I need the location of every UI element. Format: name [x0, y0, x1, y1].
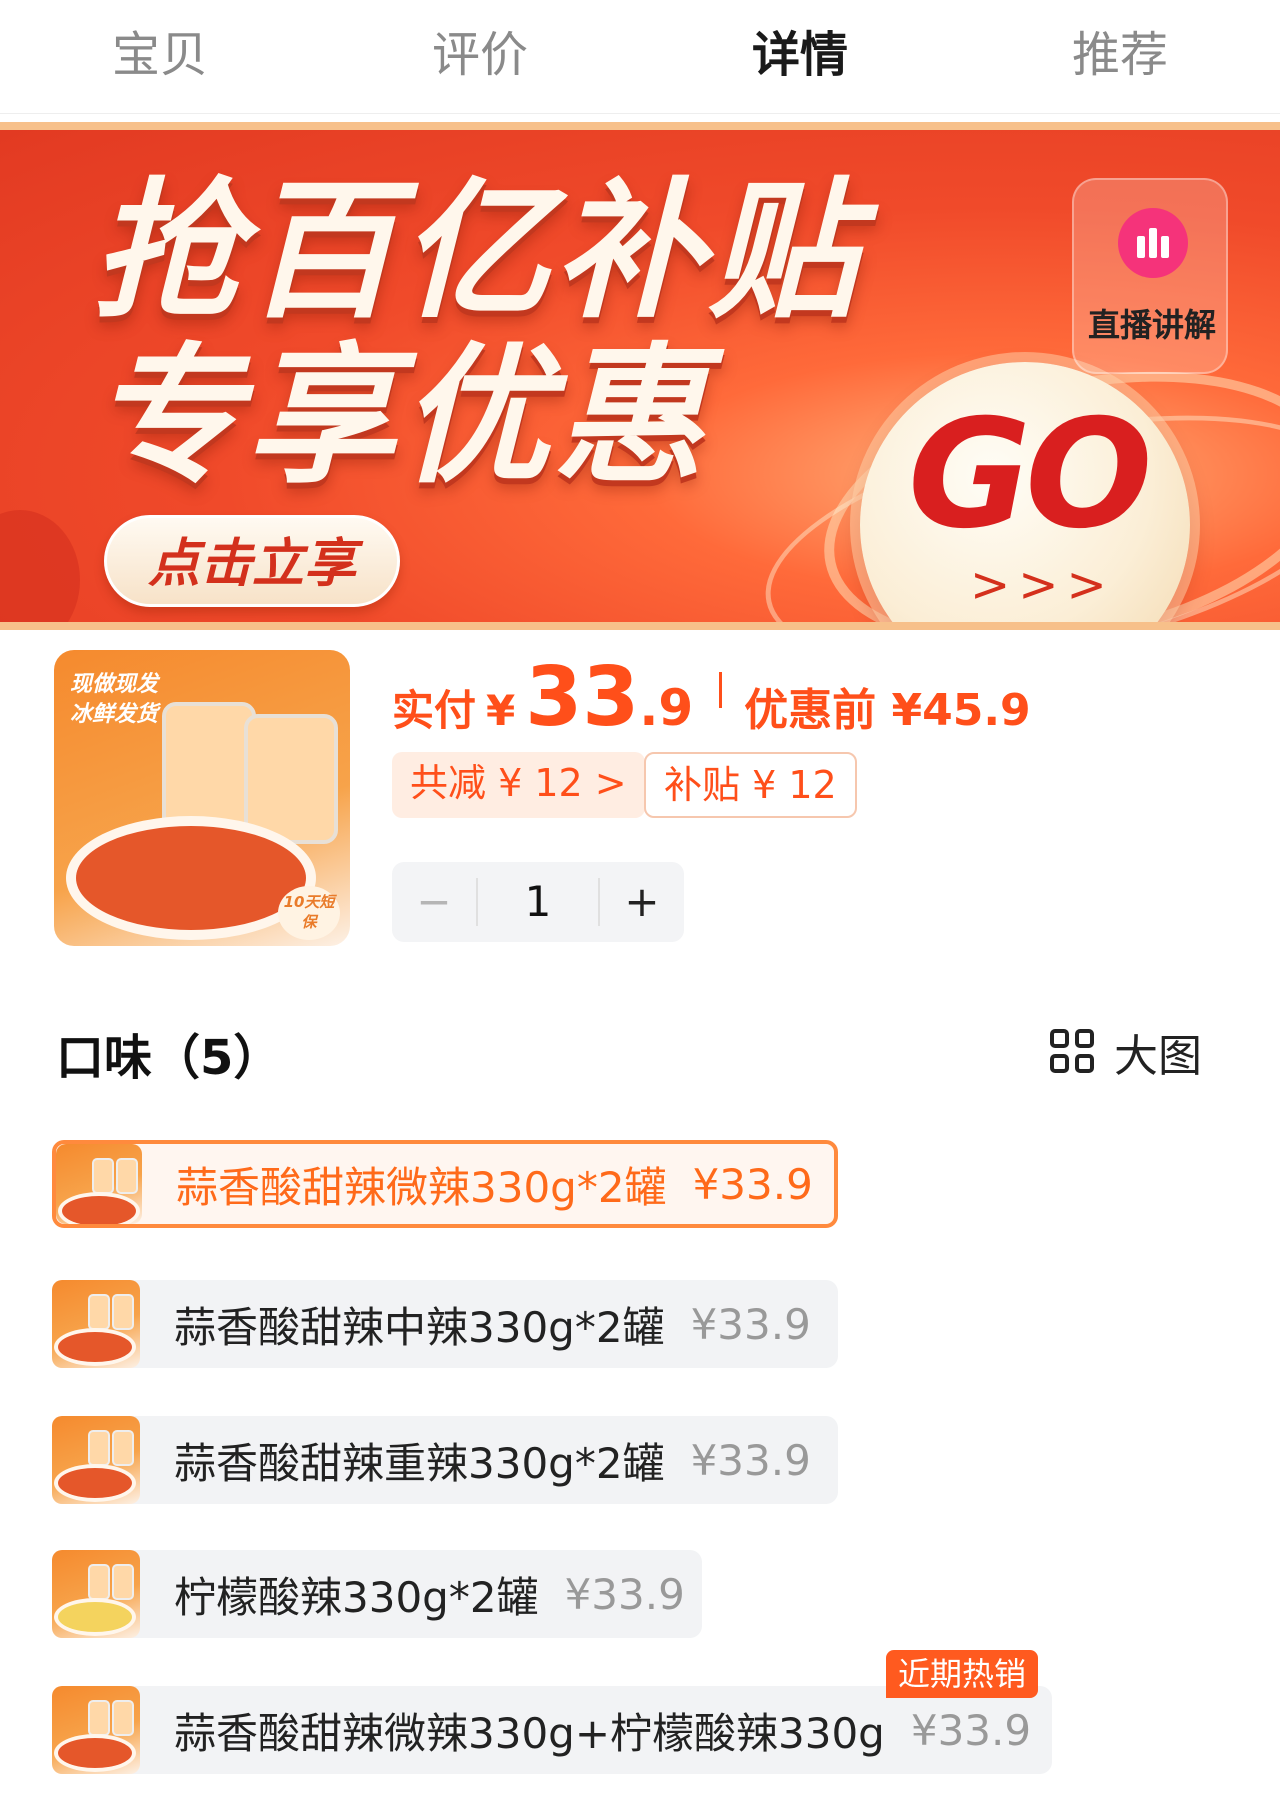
grid-icon	[1050, 1029, 1096, 1075]
claim-now-button[interactable]: 点击立享	[104, 515, 400, 607]
flavor-option[interactable]: 蒜香酸甜辣中辣330g*2罐 ¥33.9	[52, 1280, 838, 1368]
product-thumbnail[interactable]: 现做现发 冰鲜发货 10天短保	[54, 650, 350, 946]
banner-title-line2: 专享优惠	[92, 330, 709, 504]
flavor-thumbnail	[52, 1686, 140, 1774]
price-divider	[719, 672, 723, 708]
thumbnail-caption: 现做现发 冰鲜发货	[70, 672, 159, 727]
flavor-price: ¥33.9	[564, 1569, 685, 1619]
price-row: 实付 ¥ 33 .9 优惠前 ¥45.9	[392, 650, 1031, 745]
go-arrows-icon: >>>	[970, 557, 1115, 613]
flavor-price: ¥33.9	[690, 1435, 811, 1485]
jar-image	[244, 714, 338, 844]
subsidy-banner[interactable]: 抢百亿补贴 专享优惠 点击立享 GO >>> 直播讲解	[0, 122, 1280, 630]
jar-image	[162, 702, 256, 832]
flavor-price: ¥33.9	[910, 1705, 1032, 1755]
live-bars-icon	[1118, 208, 1188, 278]
flavor-name: 蒜香酸甜辣中辣330g*2罐	[174, 1302, 665, 1352]
big-image-label: 大图	[1114, 1031, 1202, 1082]
original-price: 优惠前 ¥45.9	[744, 685, 1031, 736]
tab-reviews[interactable]: 评价	[320, 0, 640, 113]
tab-bar: 宝贝 评价 详情 推荐	[0, 0, 1280, 114]
subsidy-chip: 补贴 ¥ 12	[644, 752, 857, 818]
flavor-option[interactable]: 蒜香酸甜辣微辣330g+柠檬酸辣330g ¥33.9	[52, 1686, 1052, 1774]
flavor-name: 蒜香酸甜辣微辣330g+柠檬酸辣330g	[174, 1708, 885, 1758]
flavor-thumbnail	[52, 1550, 140, 1638]
flavor-option[interactable]: 柠檬酸辣330g*2罐 ¥33.9	[52, 1550, 702, 1638]
shelf-life-badge: 10天短保	[278, 886, 340, 940]
go-button[interactable]: GO >>>	[860, 362, 1190, 622]
flavor-name: 蒜香酸甜辣微辣330g*2罐	[176, 1162, 667, 1212]
flavor-thumbnail	[52, 1416, 140, 1504]
flavor-option[interactable]: 蒜香酸甜辣重辣330g*2罐 ¥33.9	[52, 1416, 838, 1504]
increase-button[interactable]: +	[600, 862, 684, 942]
flavor-option[interactable]: 蒜香酸甜辣微辣330g*2罐 ¥33.9	[52, 1140, 838, 1228]
banner-title-line1: 抢百亿补贴	[92, 165, 863, 339]
currency-symbol: ¥	[486, 686, 516, 735]
quantity-value[interactable]: 1	[476, 878, 600, 926]
go-text: GO	[908, 388, 1153, 562]
price-decimal: .9	[639, 679, 694, 737]
live-explain-label: 直播讲解	[1087, 306, 1216, 344]
flavor-thumbnail	[52, 1280, 140, 1368]
banner-title: 抢百亿补贴 专享优惠	[92, 170, 862, 500]
food-plate-image	[76, 826, 306, 930]
flavor-thumbnail	[56, 1144, 142, 1224]
live-explain-button[interactable]: 直播讲解	[1072, 178, 1228, 374]
flavor-price: ¥33.9	[690, 1299, 811, 1349]
decrease-button[interactable]: −	[392, 862, 476, 942]
total-discount-chip[interactable]: 共减 ¥ 12 >	[392, 752, 645, 818]
flavor-section-title: 口味（5）	[56, 1030, 282, 1086]
tab-details[interactable]: 详情	[640, 0, 960, 113]
hot-selling-badge: 近期热销	[886, 1650, 1039, 1698]
banner-decoration	[0, 510, 80, 622]
flavor-name: 蒜香酸甜辣重辣330g*2罐	[174, 1438, 665, 1488]
price-integer: 33	[525, 650, 640, 745]
price-label: 实付	[392, 686, 477, 735]
flavor-price: ¥33.9	[692, 1159, 813, 1209]
tab-recommend[interactable]: 推荐	[960, 0, 1280, 113]
flavor-name: 柠檬酸辣330g*2罐	[174, 1572, 539, 1622]
big-image-toggle[interactable]: 大图	[1050, 1022, 1202, 1082]
quantity-stepper: − 1 +	[392, 862, 684, 942]
tab-item[interactable]: 宝贝	[0, 0, 320, 113]
